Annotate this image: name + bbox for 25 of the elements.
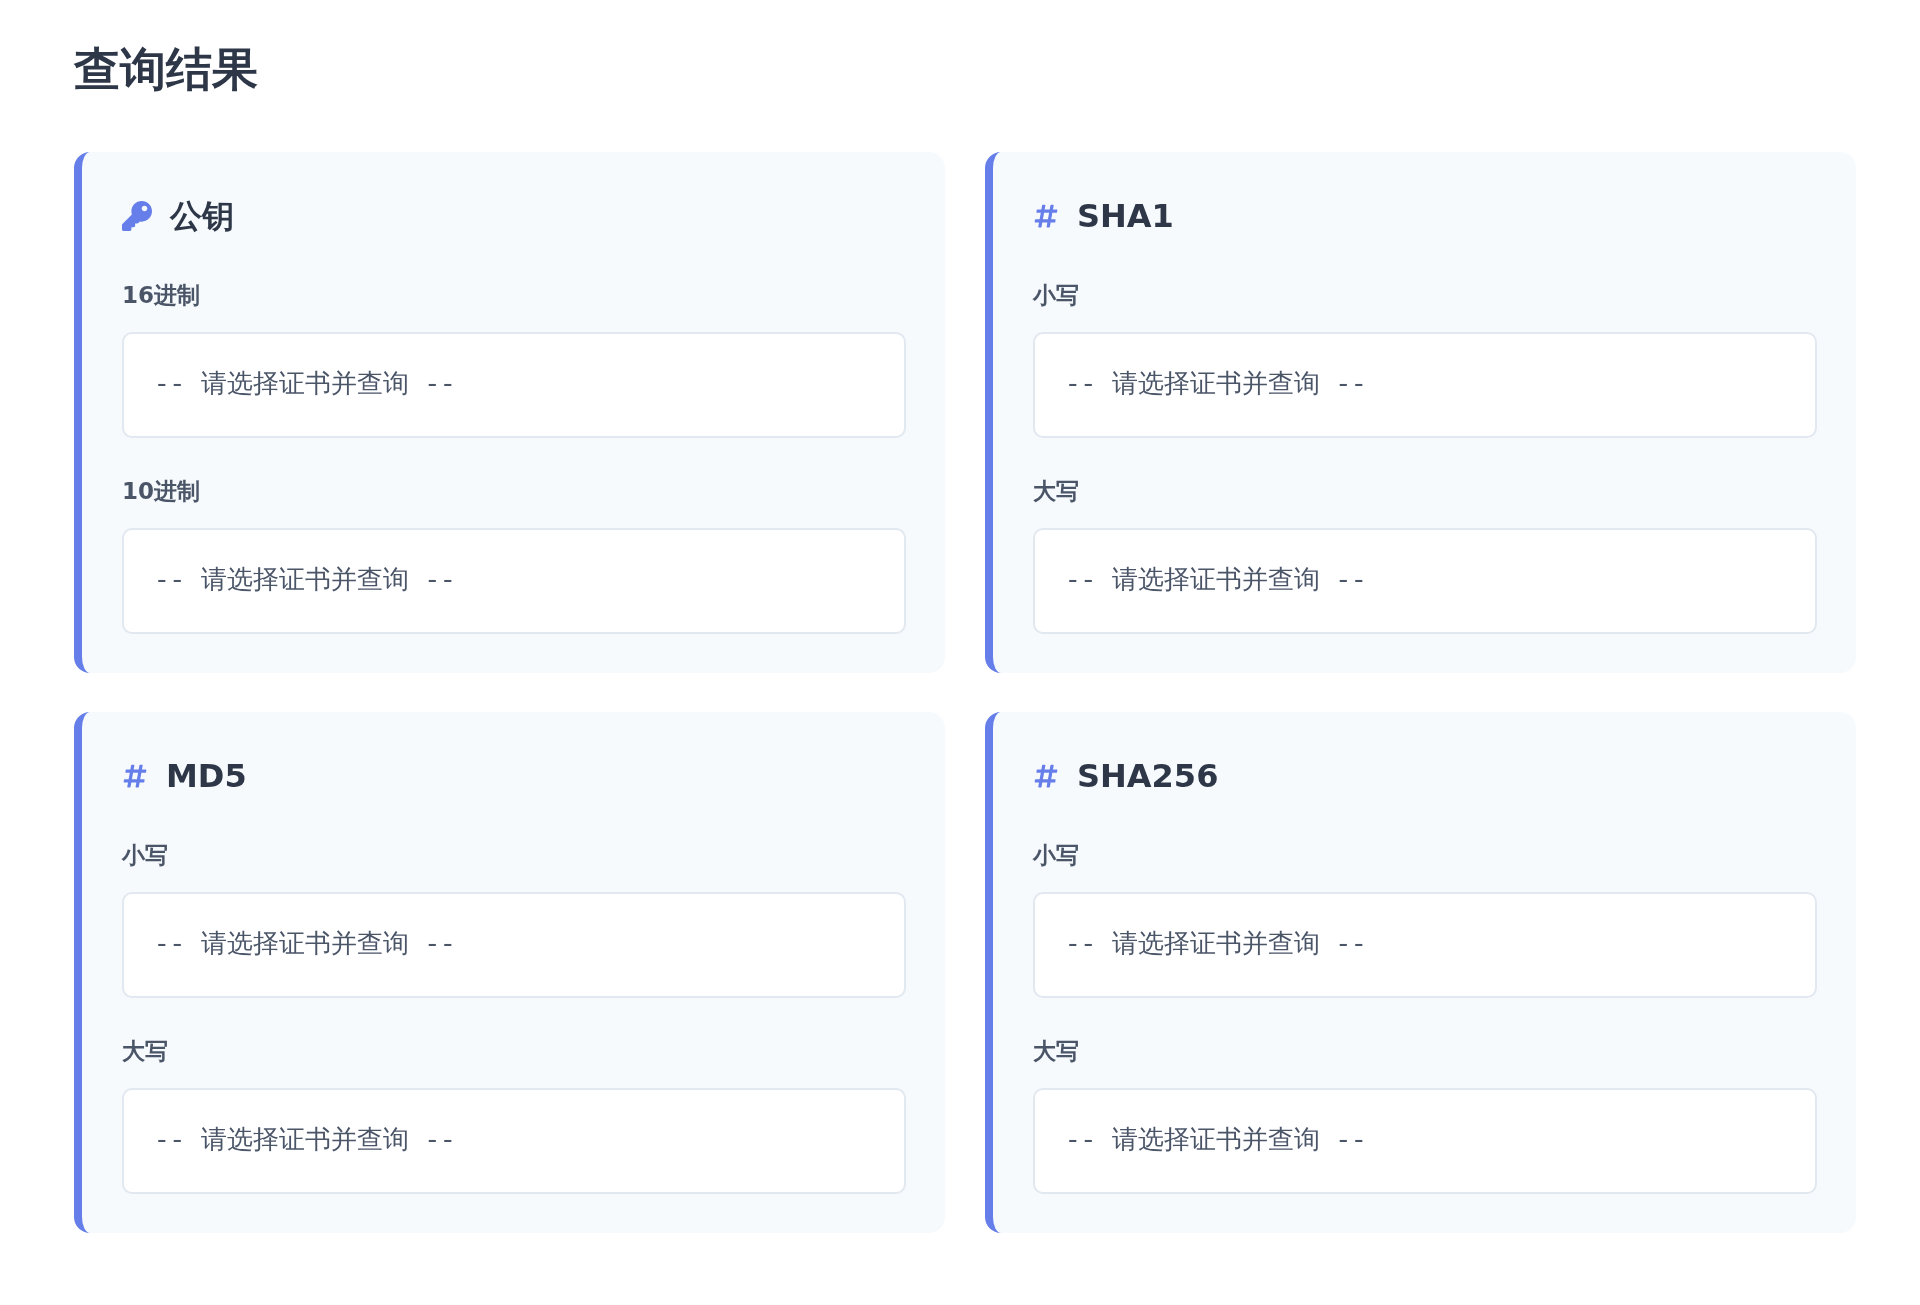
value-field[interactable]: -- 请选择证书并查询 -- <box>122 1088 906 1194</box>
key-icon <box>122 201 152 231</box>
value-field[interactable]: -- 请选择证书并查询 -- <box>1033 528 1817 634</box>
card-title: SHA256 <box>1077 756 1219 797</box>
page-title: 查询结果 <box>74 41 259 98</box>
field-label: 小写 <box>1033 841 1080 870</box>
value-field[interactable]: -- 请选择证书并查询 -- <box>122 528 906 634</box>
hashtag-icon <box>122 763 148 789</box>
field-label: 小写 <box>1033 281 1080 310</box>
field-label: 10进制 <box>122 477 201 506</box>
field-label: 大写 <box>122 1037 169 1066</box>
value-field[interactable]: -- 请选择证书并查询 -- <box>1033 1088 1817 1194</box>
card-title: MD5 <box>166 756 247 797</box>
hashtag-icon <box>1033 203 1059 229</box>
value-field[interactable]: -- 请选择证书并查询 -- <box>1033 892 1817 998</box>
field-label: 大写 <box>1033 1037 1080 1066</box>
field-label: 16进制 <box>122 281 201 310</box>
value-field[interactable]: -- 请选择证书并查询 -- <box>122 892 906 998</box>
card-title: SHA1 <box>1077 196 1174 237</box>
value-field[interactable]: -- 请选择证书并查询 -- <box>1033 332 1817 438</box>
value-field[interactable]: -- 请选择证书并查询 -- <box>122 332 906 438</box>
hashtag-icon <box>1033 763 1059 789</box>
field-label: 小写 <box>122 841 169 870</box>
field-label: 大写 <box>1033 477 1080 506</box>
card-title: 公钥 <box>170 196 234 237</box>
